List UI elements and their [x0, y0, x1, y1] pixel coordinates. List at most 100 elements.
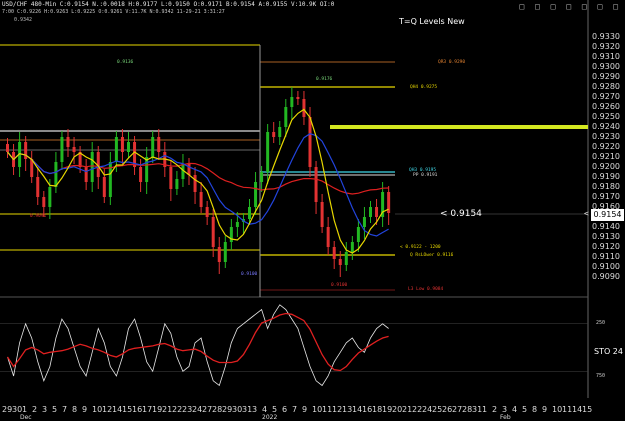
candle — [248, 207, 251, 219]
time-axis-day-label: 10 — [92, 405, 103, 414]
candle — [114, 137, 118, 162]
time-axis-day-label: 13 — [342, 405, 353, 414]
annotation-qr3: QR3 0.9290 — [438, 60, 466, 65]
time-axis-day-label: 12 — [102, 405, 113, 414]
price-axis-label: 0.9330 — [592, 32, 620, 41]
candle — [157, 137, 161, 152]
candle — [54, 162, 58, 187]
time-axis-day-label: 5 — [522, 405, 528, 414]
time-axis-month-label: Dec — [20, 414, 32, 421]
annotation-low-b: 0.9100 — [331, 283, 348, 288]
candle — [302, 99, 306, 117]
time-axis-day-label: 9 — [302, 405, 308, 414]
candle — [278, 127, 282, 137]
time-axis-day-label: 9 — [542, 405, 548, 414]
time-axis-day-label: 14 — [112, 405, 123, 414]
time-axis-day-label: 28 — [462, 405, 473, 414]
time-axis-day-label: 30 — [232, 405, 243, 414]
time-axis-day-label: 11 — [562, 405, 573, 414]
candle — [120, 137, 124, 152]
annotation-low-c: 0.9100 — [241, 272, 258, 277]
time-axis-day-label: 8 — [532, 405, 538, 414]
time-axis-day-label: 9 — [82, 405, 88, 414]
time-axis-day-label: 3 — [502, 405, 508, 414]
annotation-t2: 0.9176 — [316, 77, 333, 82]
annotation-low-a: 0.9091 — [30, 214, 47, 219]
time-axis-day-label: 30 — [12, 405, 23, 414]
time-axis-day-label: 6 — [282, 405, 288, 414]
time-axis-day-label: 7 — [62, 405, 68, 414]
candle — [90, 152, 94, 182]
stoch-level-750: 750 — [596, 373, 606, 379]
time-axis-day-label: 4 — [262, 405, 268, 414]
candle — [350, 242, 354, 252]
price-axis-label: 0.9200 — [592, 162, 620, 171]
candle — [127, 142, 130, 152]
candle — [139, 167, 143, 182]
candle — [266, 132, 270, 172]
candle — [175, 179, 179, 189]
candle — [284, 107, 288, 127]
price-axis-label: 0.9270 — [592, 92, 620, 101]
time-axis-day-label: 21 — [162, 405, 173, 414]
time-axis-day-label: 19 — [152, 405, 163, 414]
time-axis-day-label: 27 — [202, 405, 213, 414]
price-axis-label: 0.9120 — [592, 242, 620, 251]
candle — [308, 117, 312, 167]
time-axis-day-label: 8 — [72, 405, 78, 414]
time-axis-day-label: 3 — [42, 405, 48, 414]
candle — [332, 247, 336, 259]
stoch-indicator-label: STO 24 — [594, 347, 623, 356]
price-chart[interactable] — [0, 0, 625, 421]
candle — [66, 137, 70, 147]
time-axis-day-label: 15 — [122, 405, 133, 414]
ma-blue-line — [7, 133, 389, 237]
candle — [369, 207, 372, 217]
candle — [344, 252, 348, 265]
candle — [72, 147, 76, 152]
time-axis-day-label: 16 — [362, 405, 373, 414]
candle — [235, 222, 239, 227]
candle — [84, 167, 88, 182]
candle — [356, 227, 360, 242]
time-axis-day-label: 26 — [442, 405, 453, 414]
time-axis-day-label: 16 — [132, 405, 143, 414]
time-axis-day-label: 14 — [352, 405, 363, 414]
candle — [320, 202, 324, 227]
time-axis-day-label: 1 — [22, 405, 28, 414]
stoch-level-250: 250 — [596, 320, 606, 326]
candle — [338, 259, 342, 265]
price-axis-label: 0.9140 — [592, 222, 620, 231]
candle — [290, 97, 294, 107]
candle — [193, 175, 197, 192]
time-axis-day-label: 1 — [482, 405, 488, 414]
time-axis-day-label: 20 — [392, 405, 403, 414]
price-arrow-icon: < — [584, 209, 589, 218]
price-axis-label: 0.9310 — [592, 52, 620, 61]
time-axis-day-label: 4 — [512, 405, 518, 414]
price-axis-label: 0.9110 — [592, 252, 620, 261]
candle — [60, 137, 64, 162]
time-axis-day-label: 28 — [212, 405, 223, 414]
candle — [205, 207, 209, 217]
time-axis-day-label: 23 — [182, 405, 193, 414]
time-axis-day-label: 12 — [332, 405, 343, 414]
candle — [272, 132, 276, 137]
candle — [254, 182, 258, 207]
price-axis-label: 0.9300 — [592, 62, 620, 71]
time-axis-day-label: 24 — [422, 405, 433, 414]
time-axis-day-label: 22 — [172, 405, 183, 414]
current-price-tag: 0.9154 — [591, 209, 624, 221]
annotation-lvl-b: Q RsLOwer 0.9116 — [410, 253, 454, 258]
annotation-low-d: L3 Low 0.9084 — [408, 287, 444, 292]
time-axis-day-label: 22 — [412, 405, 423, 414]
time-axis-day-label: 5 — [272, 405, 278, 414]
time-axis-day-label: 14 — [572, 405, 583, 414]
time-axis-day-label: 18 — [372, 405, 383, 414]
candle — [6, 144, 9, 152]
candle — [314, 167, 318, 202]
time-axis-day-label: 10 — [312, 405, 323, 414]
candle — [211, 217, 215, 247]
annotation-qh4: QH4 0.9275 — [410, 85, 438, 90]
time-axis-day-label: 7 — [292, 405, 298, 414]
